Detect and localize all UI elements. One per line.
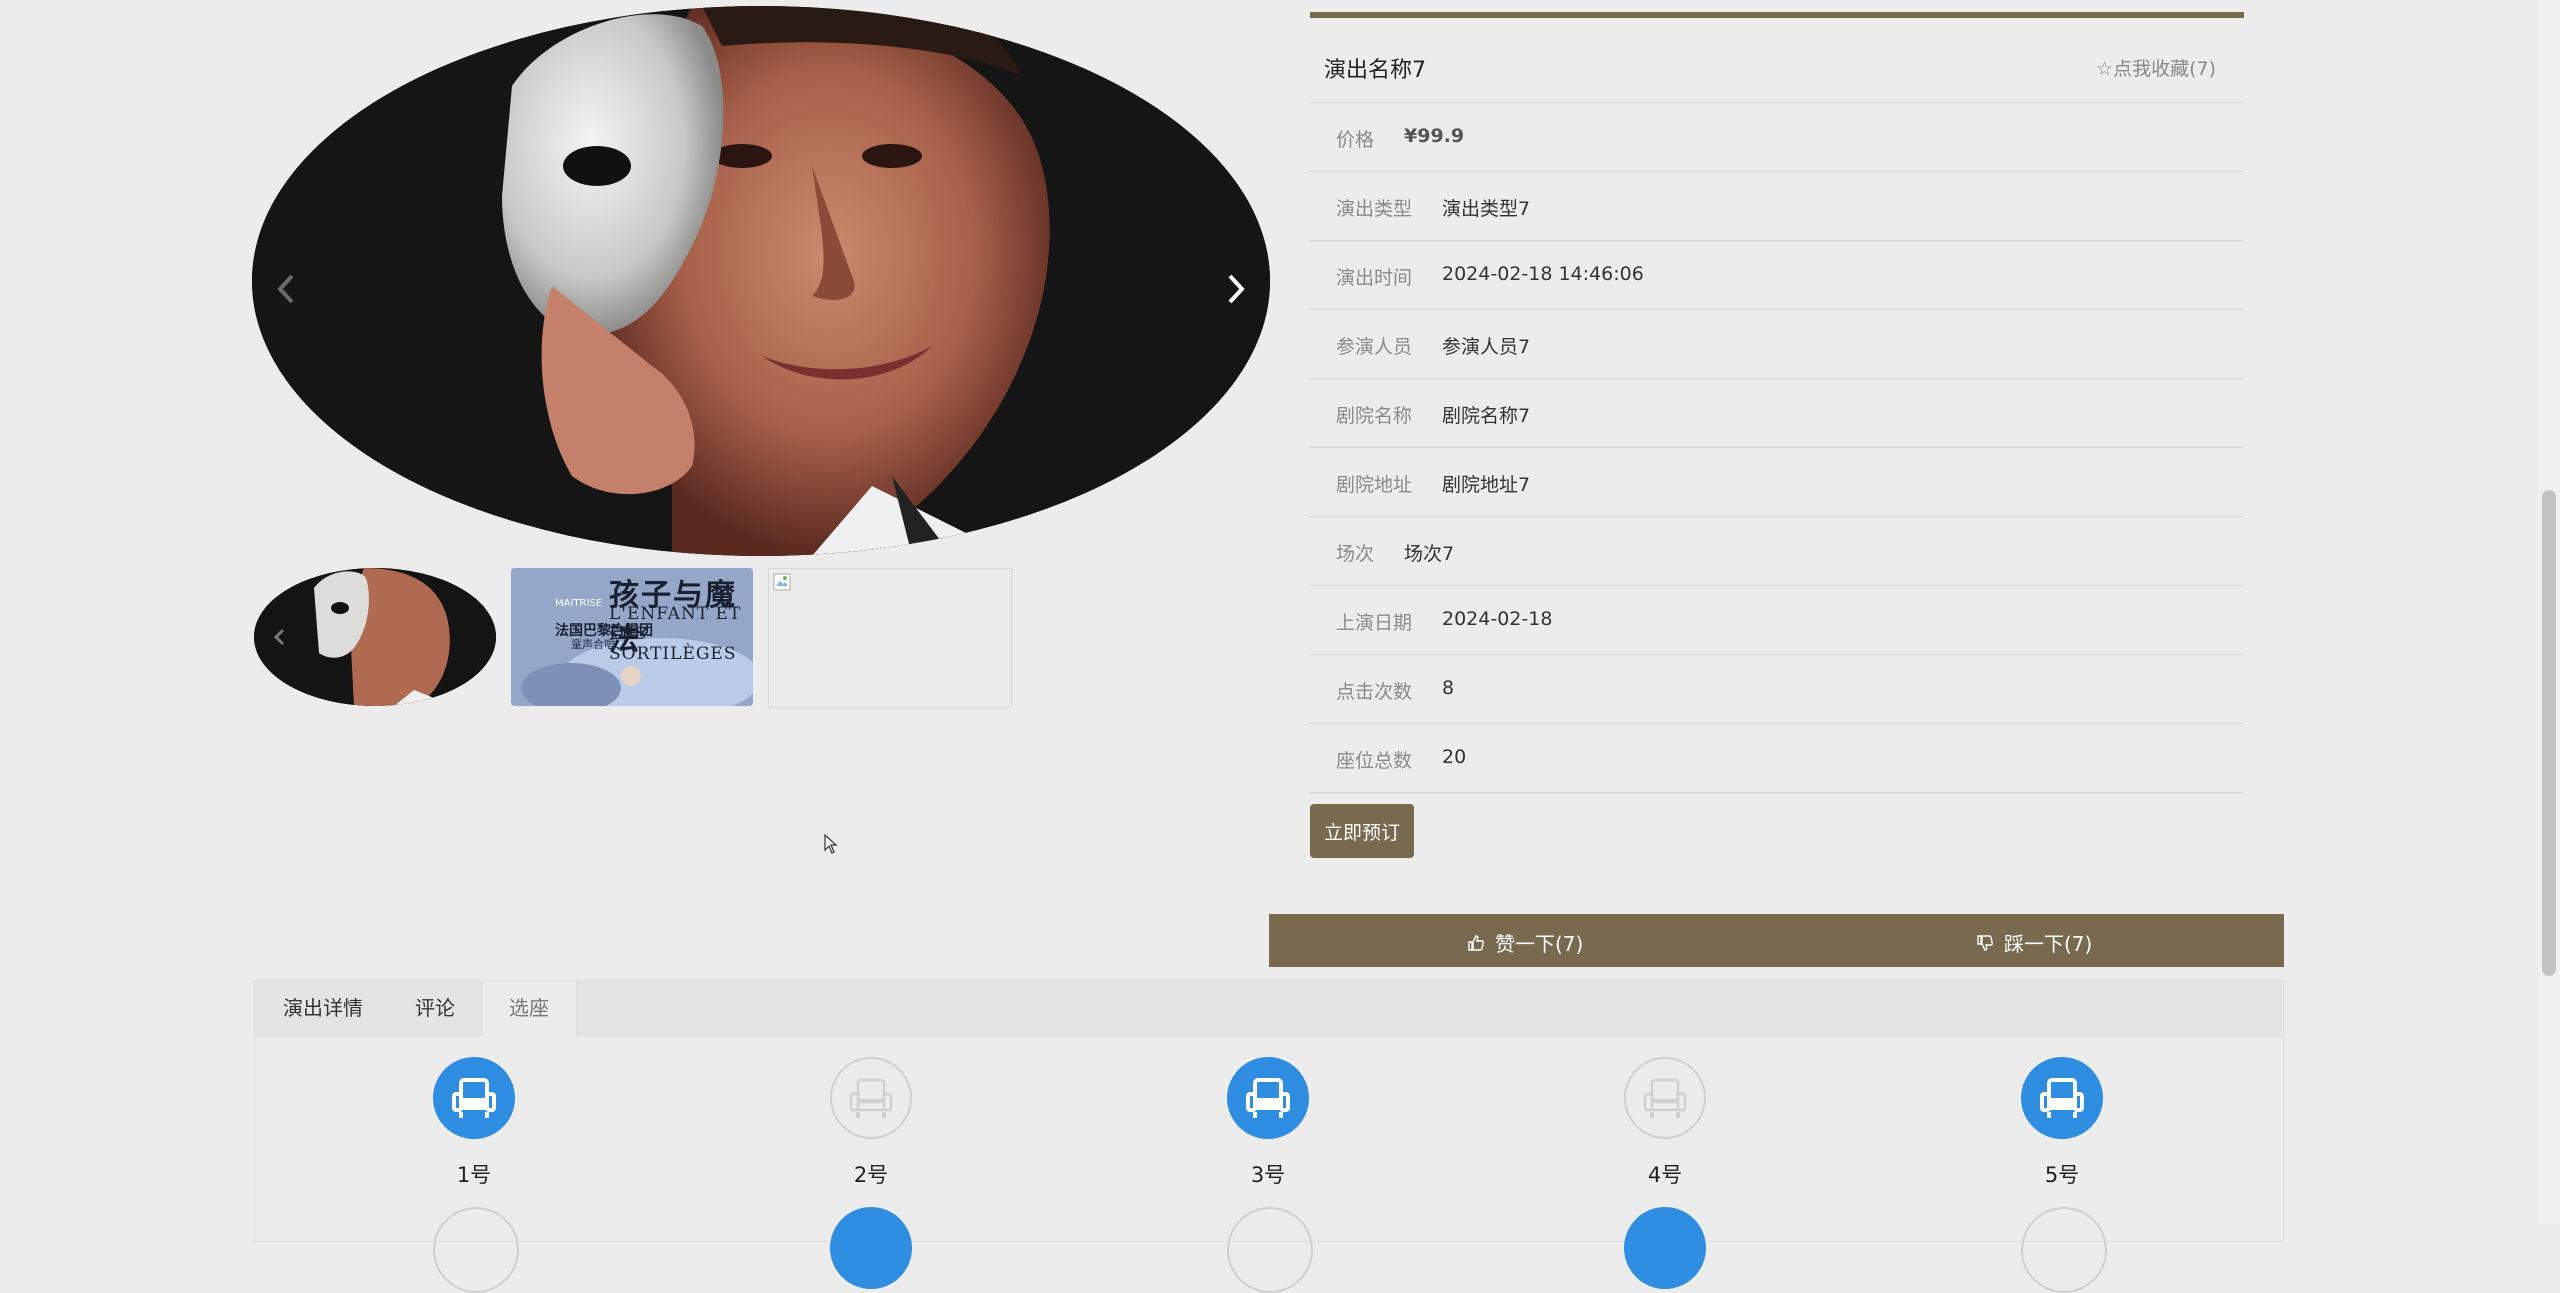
star-outline-icon: ☆ [2096,58,2114,80]
seat-10-partial[interactable] [2021,1207,2107,1293]
detail-tabs-section: 演出详情 评论 选座 1号 2号 3号 4号 5号 [254,980,2284,1293]
seat-taken-indicator [1227,1057,1309,1139]
next-image-button[interactable] [1210,264,1260,314]
prev-image-button[interactable] [262,264,312,314]
tab-details[interactable]: 演出详情 [283,981,363,1035]
seat-number: 1号 [456,1163,492,1187]
poster-line-1: MAITRISE [555,598,603,609]
thumbs-down-icon [1977,934,1993,951]
seat-number: 2号 [853,1163,889,1187]
armchair-icon [1246,1078,1290,1118]
info-row-price: 价格 ¥99.9 [1310,103,2244,172]
info-value: ¥99.9 [1404,125,1465,147]
book-now-button[interactable]: 立即预订 [1310,804,1414,858]
seat-number: 3号 [1250,1163,1286,1187]
info-row-theater: 剧院名称 剧院名称7 [1310,379,2244,448]
seat-3[interactable]: 3号 [1208,1057,1328,1189]
favorite-label: 点我收藏(7) [2113,58,2216,80]
seat-free-indicator [1624,1057,1706,1139]
favorite-button[interactable]: ☆点我收藏(7) [2096,54,2216,81]
seat-number: 4号 [1647,1163,1683,1187]
info-value: 8 [1442,677,1455,699]
thumbnail-prev-icon[interactable] [270,626,290,648]
dislike-button[interactable]: 踩一下(7) [1976,928,2092,957]
info-value: 2024-02-18 14:46:06 [1442,263,1644,285]
info-value: 演出类型7 [1442,198,1531,220]
info-label: 参演人员 [1336,336,1413,358]
info-value: 20 [1442,746,1467,768]
broken-image-icon [773,573,791,591]
info-label: 点击次数 [1336,681,1413,703]
seat-4[interactable]: 4号 [1605,1057,1725,1189]
armchair-icon [2040,1078,2084,1118]
seat-2[interactable]: 2号 [811,1057,931,1189]
title-row: 演出名称7 ☆点我收藏(7) [1310,18,2244,103]
info-row-performers: 参演人员 参演人员7 [1310,310,2244,379]
main-image-carousel [252,6,1270,556]
tab-bar: 演出详情 评论 选座 [255,981,2283,1036]
page-scrollbar[interactable] [2538,0,2560,1224]
info-label: 演出时间 [1336,267,1413,289]
info-row-date: 上演日期 2024-02-18 [1310,586,2244,655]
seat-1[interactable]: 1号 [414,1057,534,1189]
info-label: 价格 [1336,129,1375,151]
mouse-cursor-icon [824,834,838,854]
info-label: 剧院地址 [1336,474,1413,496]
info-label: 剧院名称 [1336,405,1413,427]
armchair-icon [849,1078,893,1118]
info-row-session: 场次 场次7 [1310,517,2244,586]
seat-taken-indicator [2021,1057,2103,1139]
seat-5[interactable]: 5号 [2002,1057,2122,1189]
tab-comments[interactable]: 评论 [415,981,455,1035]
info-value: 参演人员7 [1442,336,1531,358]
tab-seat-selection[interactable]: 选座 [481,981,577,1036]
armchair-icon [1643,1078,1687,1118]
poster-line-4: 童声合唱 [571,638,615,651]
vote-bar: 赞一下(7) 踩一下(7) [1269,914,2284,967]
thumbnail-1[interactable] [254,568,496,706]
info-row-address: 剧院地址 剧院地址7 [1310,448,2244,517]
info-label: 演出类型 [1336,198,1413,220]
info-label: 场次 [1336,543,1375,565]
armchair-icon [452,1078,496,1118]
seat-7-partial[interactable] [830,1207,912,1289]
seat-9-partial[interactable] [1624,1207,1706,1289]
thumbnail-2[interactable]: 孩子与魔法 MAITRISE L'ENFANT ET LES SORTILÈGE… [511,568,753,706]
info-value: 2024-02-18 [1442,608,1553,630]
seat-taken-indicator [433,1057,515,1139]
scrollbar-thumb[interactable] [2542,490,2556,976]
like-button[interactable]: 赞一下(7) [1467,928,1583,957]
seat-free-indicator [830,1057,912,1139]
info-row-seats: 座位总数 20 [1310,724,2244,793]
performance-photo [252,6,1270,556]
dislike-label: 踩一下(7) [2004,932,2093,956]
info-label: 座位总数 [1336,750,1413,772]
seat-8-partial[interactable] [1227,1207,1313,1293]
thumbnail-photo [254,568,496,706]
seat-6-partial[interactable] [433,1207,519,1293]
info-row-clicks: 点击次数 8 [1310,655,2244,724]
seat-number: 5号 [2044,1163,2080,1187]
thumbnail-3[interactable] [768,568,1012,708]
performance-title: 演出名称7 [1324,58,1426,83]
info-value: 场次7 [1404,543,1455,565]
info-row-time: 演出时间 2024-02-18 14:46:06 [1310,241,2244,310]
performance-info-panel: 演出名称7 ☆点我收藏(7) 价格 ¥99.9 演出类型 演出类型7 演出时间 … [1310,12,2244,793]
info-value: 剧院地址7 [1442,474,1531,496]
info-value: 剧院名称7 [1442,405,1531,427]
thumbs-up-icon [1468,934,1484,951]
info-label: 上演日期 [1336,612,1413,634]
info-row-type: 演出类型 演出类型7 [1310,172,2244,241]
like-label: 赞一下(7) [1495,932,1584,956]
